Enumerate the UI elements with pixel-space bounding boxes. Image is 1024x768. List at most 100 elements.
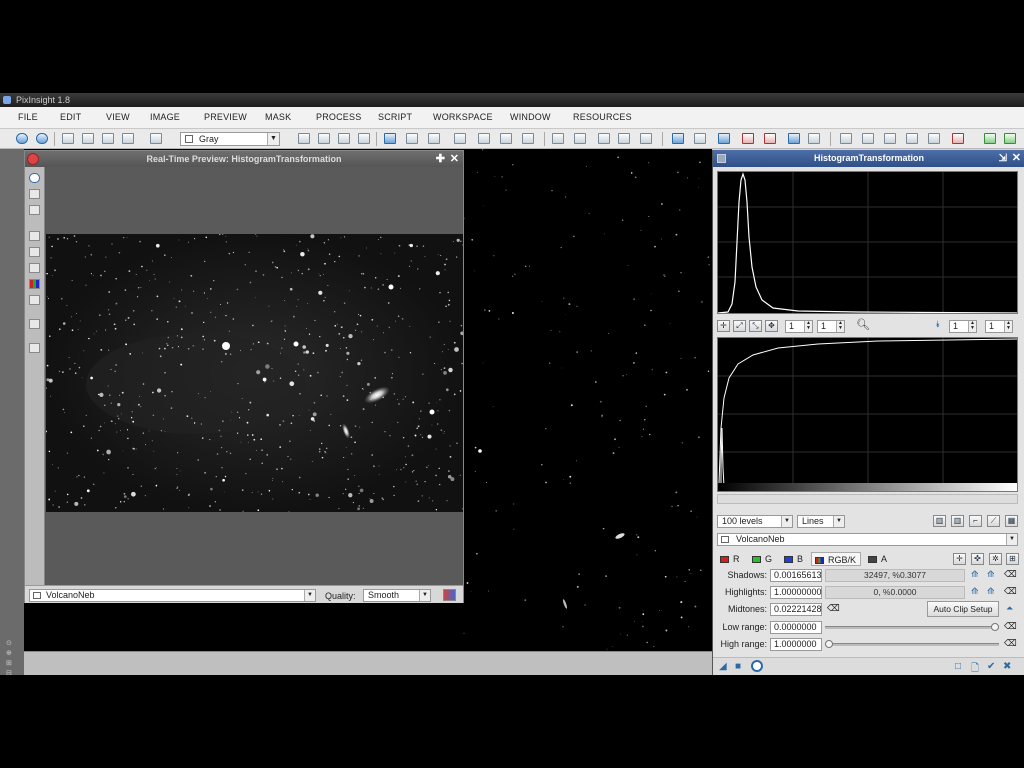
preview-viewport[interactable]: [46, 167, 463, 585]
show-input-histogram-icon[interactable]: ▥: [933, 515, 946, 527]
zoom-out-icon[interactable]: [29, 205, 40, 215]
channel-b-button[interactable]: B: [781, 552, 811, 566]
quality-select[interactable]: Smooth ▼: [363, 589, 431, 602]
low-range-slider[interactable]: [825, 626, 999, 629]
mask-show-icon[interactable]: [318, 133, 330, 144]
v-zoom-stepper[interactable]: 1 ▲ ▼: [817, 320, 845, 333]
mask-icon[interactable]: [29, 295, 40, 305]
shadows-reset-icon[interactable]: ⌫: [1004, 569, 1017, 580]
preview-view-select[interactable]: VolcanoNeb ▼: [29, 589, 316, 602]
close-window-icon[interactable]: [27, 153, 39, 165]
menu-window[interactable]: WINDOW: [510, 112, 551, 122]
low-range-reset-icon[interactable]: ⌫: [1004, 621, 1017, 632]
stf-settings-icon[interactable]: [808, 133, 820, 144]
preview-options-icon[interactable]: [443, 589, 456, 601]
channel-rgbk-button[interactable]: RGB/K: [811, 552, 861, 566]
crosshair-icon[interactable]: ✛: [717, 320, 730, 332]
histogram-view-select[interactable]: VolcanoNeb ▼: [717, 533, 1018, 546]
levels-select[interactable]: 100 levels ▼: [717, 515, 793, 528]
ok-icon[interactable]: ✔: [987, 661, 995, 672]
menu-resources[interactable]: RESOURCES: [573, 112, 632, 122]
menu-edit[interactable]: EDIT: [60, 112, 81, 122]
h-zoom2-stepper[interactable]: 1 ▲ ▼: [949, 320, 977, 333]
camera-icon[interactable]: [29, 319, 40, 329]
menu-script[interactable]: SCRIPT: [378, 112, 412, 122]
edit-mode-icon[interactable]: ✜: [971, 553, 984, 565]
show-transfer-icon[interactable]: ⟋: [987, 515, 1000, 527]
new-preview-icon[interactable]: [478, 133, 490, 144]
shade-icon[interactable]: ⇲: [999, 150, 1007, 167]
highlights-reset-icon[interactable]: ⌫: [1004, 586, 1017, 597]
low-range-input[interactable]: 0.0000000: [770, 621, 822, 634]
menu-process[interactable]: PROCESS: [316, 112, 361, 122]
close-icon[interactable]: ✕: [450, 152, 459, 166]
mask-invert-icon[interactable]: [338, 133, 350, 144]
script-run-icon[interactable]: [984, 133, 996, 144]
zoom-1to1-icon[interactable]: [574, 133, 586, 144]
show-curve-icon[interactable]: ⌐: [969, 515, 982, 527]
plot-mode-select[interactable]: Lines ▼: [797, 515, 845, 528]
edit-preview-icon[interactable]: [500, 133, 512, 144]
screen-transfer-function-icon[interactable]: [672, 133, 684, 144]
show-output-histogram-icon[interactable]: ▥: [951, 515, 964, 527]
rgb-channels-icon[interactable]: [29, 279, 40, 289]
zoom-in-mode-icon[interactable]: [406, 133, 418, 144]
rgb-icon[interactable]: [298, 133, 310, 144]
stf-link-icon[interactable]: [694, 133, 706, 144]
midtones-input[interactable]: 0.02221428: [770, 603, 822, 616]
high-range-slider[interactable]: [825, 643, 999, 646]
vertical-tab-icon[interactable]: ⊙ ⊕ ⊞ ⊟: [6, 639, 16, 675]
abort-process-icon[interactable]: [952, 133, 964, 144]
redo-icon[interactable]: [36, 133, 48, 144]
close-icon[interactable]: ✕: [1012, 150, 1021, 167]
show-grid-icon[interactable]: ▦: [1005, 515, 1018, 527]
menu-workspace[interactable]: WORKSPACE: [433, 112, 493, 122]
zoom-in-icon[interactable]: [29, 189, 40, 199]
shadows-auto-icon[interactable]: ⟰: [971, 569, 979, 580]
grid-mode-icon[interactable]: ⊞: [1006, 553, 1019, 565]
window-icon[interactable]: [29, 343, 40, 353]
stf-reset-icon[interactable]: [742, 133, 754, 144]
display-channel-icon[interactable]: [150, 133, 162, 144]
zoom-fit-icon[interactable]: ⤢: [733, 320, 746, 332]
midtones-reset-icon[interactable]: ⌫: [827, 603, 840, 614]
script-edit-icon[interactable]: [1004, 133, 1016, 144]
readout-mode-icon[interactable]: [384, 133, 396, 144]
realtime-preview-toggle-icon[interactable]: [751, 660, 763, 672]
zoom-fit-icon[interactable]: [640, 133, 652, 144]
display-channel-select[interactable]: Gray ▼: [180, 132, 280, 146]
h-zoom-stepper[interactable]: 1 ▲ ▼: [785, 320, 813, 333]
midtones-slider-bar[interactable]: [717, 494, 1018, 504]
duplicate-image-icon[interactable]: [82, 133, 94, 144]
zoom-out-mode-icon[interactable]: [428, 133, 440, 144]
delete-preview-icon[interactable]: [522, 133, 534, 144]
undo-icon[interactable]: [16, 133, 28, 144]
zoom-reset-icon[interactable]: ⤡: [749, 320, 762, 332]
stf-edit-icon[interactable]: [788, 133, 800, 144]
channel-a-button[interactable]: A: [865, 552, 895, 566]
menu-mask[interactable]: MASK: [265, 112, 291, 122]
maximize-icon[interactable]: ✚: [436, 152, 445, 166]
zoom-in-icon[interactable]: [598, 133, 610, 144]
readout-icon[interactable]: [29, 173, 40, 183]
zoom-1to1-icon[interactable]: [29, 247, 40, 257]
menu-image[interactable]: IMAGE: [150, 112, 180, 122]
high-range-input[interactable]: 1.0000000: [770, 638, 822, 651]
reset-icon[interactable]: ✖: [1003, 661, 1011, 672]
channel-g-button[interactable]: G: [749, 552, 781, 566]
output-histogram-plot[interactable]: [717, 337, 1018, 492]
channel-r-button[interactable]: R: [717, 552, 749, 566]
process-console-icon[interactable]: [906, 133, 918, 144]
copy-image-icon[interactable]: [102, 133, 114, 144]
low-range-slider-knob[interactable]: [991, 623, 999, 631]
menu-view[interactable]: VIEW: [106, 112, 130, 122]
v-zoom2-stepper[interactable]: 1 ▲ ▼: [985, 320, 1013, 333]
process-history-icon[interactable]: [884, 133, 896, 144]
stf-disable-icon[interactable]: [764, 133, 776, 144]
input-histogram-plot[interactable]: [717, 171, 1018, 314]
auto-clip-setup-button[interactable]: Auto Clip Setup: [927, 601, 999, 617]
new-image-icon[interactable]: [62, 133, 74, 144]
format-explorer-icon[interactable]: [928, 133, 940, 144]
pan-mode-icon[interactable]: [454, 133, 466, 144]
new-instance-icon[interactable]: ◢: [719, 661, 727, 672]
